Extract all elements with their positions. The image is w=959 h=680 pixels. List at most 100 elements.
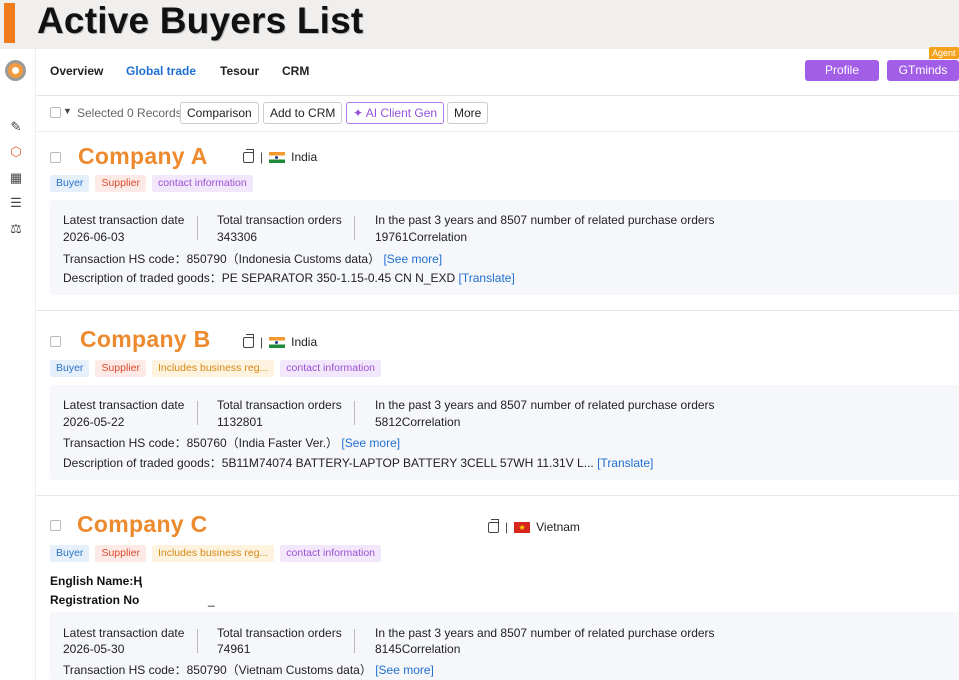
correlation-value: 5812Correlation <box>375 415 461 429</box>
tag-contact-information[interactable]: contact information <box>280 360 381 377</box>
title-banner: Active Buyers List <box>0 0 959 49</box>
company-tags: Buyer Supplier contact information <box>50 175 253 192</box>
row-checkbox[interactable] <box>50 520 61 531</box>
row-checkbox[interactable] <box>50 152 61 163</box>
tag-buyer: Buyer <box>50 175 90 192</box>
select-all-checkbox[interactable] <box>50 107 61 118</box>
chart-icon[interactable]: ☰ <box>8 195 24 211</box>
more-button[interactable]: More <box>447 102 489 124</box>
english-name-label: English Name:Ң <box>50 574 143 588</box>
total-orders-value: 343306 <box>217 230 258 244</box>
description-label: Description of traded goods： <box>63 271 222 285</box>
ai-client-gen-button[interactable]: ✦ AI Client Gen <box>346 102 445 124</box>
company-country: | India <box>243 333 318 349</box>
divider <box>197 216 198 240</box>
tag-contact-information[interactable]: contact information <box>280 545 381 562</box>
hs-code-row: Transaction HS code：850790（Vietnam Custo… <box>63 661 434 678</box>
description-value: PE SEPARATOR 350-1.15-0.45 CN N_EXD <box>221 271 456 285</box>
hs-code-value: 850790（Indonesia Customs data） <box>186 252 381 266</box>
hs-code-row: Transaction HS code：850790（Indonesia Cus… <box>63 250 442 267</box>
card-divider <box>36 310 959 311</box>
tag-supplier: Supplier <box>95 545 146 562</box>
left-rail: ✎ ⬡ ▦ ☰ ⚖ <box>0 49 36 680</box>
agent-badge: Agent <box>929 47 959 59</box>
nav-tesour[interactable]: Tesour <box>220 64 259 78</box>
hs-code-label: Transaction HS code： <box>63 252 187 266</box>
see-more-link[interactable]: [See more] <box>383 252 442 266</box>
latest-date-value: 2026-05-22 <box>63 415 125 429</box>
cube-icon[interactable]: ⬡ <box>8 144 24 160</box>
copy-icon[interactable] <box>488 518 499 533</box>
app-logo-icon[interactable] <box>5 60 26 81</box>
latest-date-label: Latest transaction date <box>63 213 185 227</box>
hs-code-label: Transaction HS code： <box>63 436 187 450</box>
banner-accent-bar <box>4 3 15 43</box>
separator: | <box>260 335 264 349</box>
sparkle-icon: ✦ <box>353 106 364 120</box>
translate-link[interactable]: [Translate] <box>459 271 515 285</box>
divider <box>354 629 355 653</box>
description-value: 5B11M74074 BATTERY-LAPTOP BATTERY 3CELL … <box>221 456 594 470</box>
scale-icon[interactable]: ⚖ <box>8 221 24 237</box>
company-country: | India <box>243 148 318 164</box>
tag-business-registration[interactable]: Includes business reg... <box>151 360 275 377</box>
country-name: India <box>291 150 318 164</box>
description-label: Description of traded goods： <box>63 456 222 470</box>
company-tags: Buyer Supplier Includes business reg... … <box>50 360 381 377</box>
nav-global-trade[interactable]: Global trade <box>126 64 196 78</box>
profile-button[interactable]: Profile <box>805 60 879 81</box>
correlation-value: 19761Correlation <box>375 230 468 244</box>
total-orders-label: Total transaction orders <box>217 213 342 227</box>
latest-date-value: 2026-05-30 <box>63 642 125 656</box>
company-country: | ★ Vietnam <box>488 518 580 534</box>
description-row: Description of traded goods：PE SEPARATOR… <box>63 269 515 286</box>
translate-link[interactable]: [Translate] <box>597 456 653 470</box>
building-icon[interactable]: ▦ <box>8 170 24 186</box>
top-navigation: Overview Global trade Tesour CRM Profile… <box>36 47 959 96</box>
selected-count: Selected 0 Records <box>77 106 182 120</box>
separator: | <box>505 520 509 534</box>
nav-overview[interactable]: Overview <box>50 64 103 78</box>
description-row: Description of traded goods：5B11M74074 B… <box>63 454 653 471</box>
past-3-years-label: In the past 3 years and 8507 number of r… <box>375 398 715 412</box>
company-name[interactable]: Company B <box>80 326 211 353</box>
tag-contact-information[interactable]: contact information <box>151 175 253 192</box>
copy-icon[interactable] <box>243 148 254 163</box>
see-more-link[interactable]: [See more] <box>375 663 434 677</box>
page-title: Active Buyers List <box>37 0 364 41</box>
hs-code-value: 850790（Vietnam Customs data） <box>186 663 372 677</box>
latest-date-label: Latest transaction date <box>63 398 185 412</box>
add-to-crm-button[interactable]: Add to CRM <box>263 102 343 124</box>
registration-no-value: _ <box>208 593 215 607</box>
tag-buyer: Buyer <box>50 360 90 377</box>
comparison-button[interactable]: Comparison <box>180 102 259 124</box>
past-3-years-label: In the past 3 years and 8507 number of r… <box>375 213 715 227</box>
company-name[interactable]: Company C <box>77 511 208 538</box>
copy-icon[interactable] <box>243 333 254 348</box>
divider <box>197 629 198 653</box>
see-more-link[interactable]: [See more] <box>341 436 400 450</box>
total-orders-label: Total transaction orders <box>217 626 342 640</box>
country-name: India <box>291 335 318 349</box>
divider <box>197 401 198 425</box>
nav-crm[interactable]: CRM <box>282 64 309 78</box>
total-orders-value: 1132801 <box>217 415 263 429</box>
hs-code-value: 850760（India Faster Ver.） <box>186 436 339 450</box>
chevron-down-icon[interactable]: ▼ <box>63 106 72 116</box>
tag-supplier: Supplier <box>95 360 146 377</box>
divider <box>354 401 355 425</box>
card-divider <box>36 495 959 496</box>
transaction-summary: Latest transaction date 2026-05-22 Total… <box>50 385 959 480</box>
latest-date-label: Latest transaction date <box>63 626 185 640</box>
tag-buyer: Buyer <box>50 545 90 562</box>
transaction-summary: Latest transaction date 2026-05-30 Total… <box>50 612 959 680</box>
tag-business-registration[interactable]: Includes business reg... <box>151 545 275 562</box>
gtminds-button[interactable]: GTminds <box>887 60 959 81</box>
company-name[interactable]: Company A <box>78 143 208 170</box>
separator: | <box>260 150 264 164</box>
vietnam-flag-icon: ★ <box>514 521 531 533</box>
magic-wand-icon[interactable]: ✎ <box>8 119 24 135</box>
total-orders-value: 74961 <box>217 642 251 656</box>
row-checkbox[interactable] <box>50 336 61 347</box>
total-orders-label: Total transaction orders <box>217 398 342 412</box>
